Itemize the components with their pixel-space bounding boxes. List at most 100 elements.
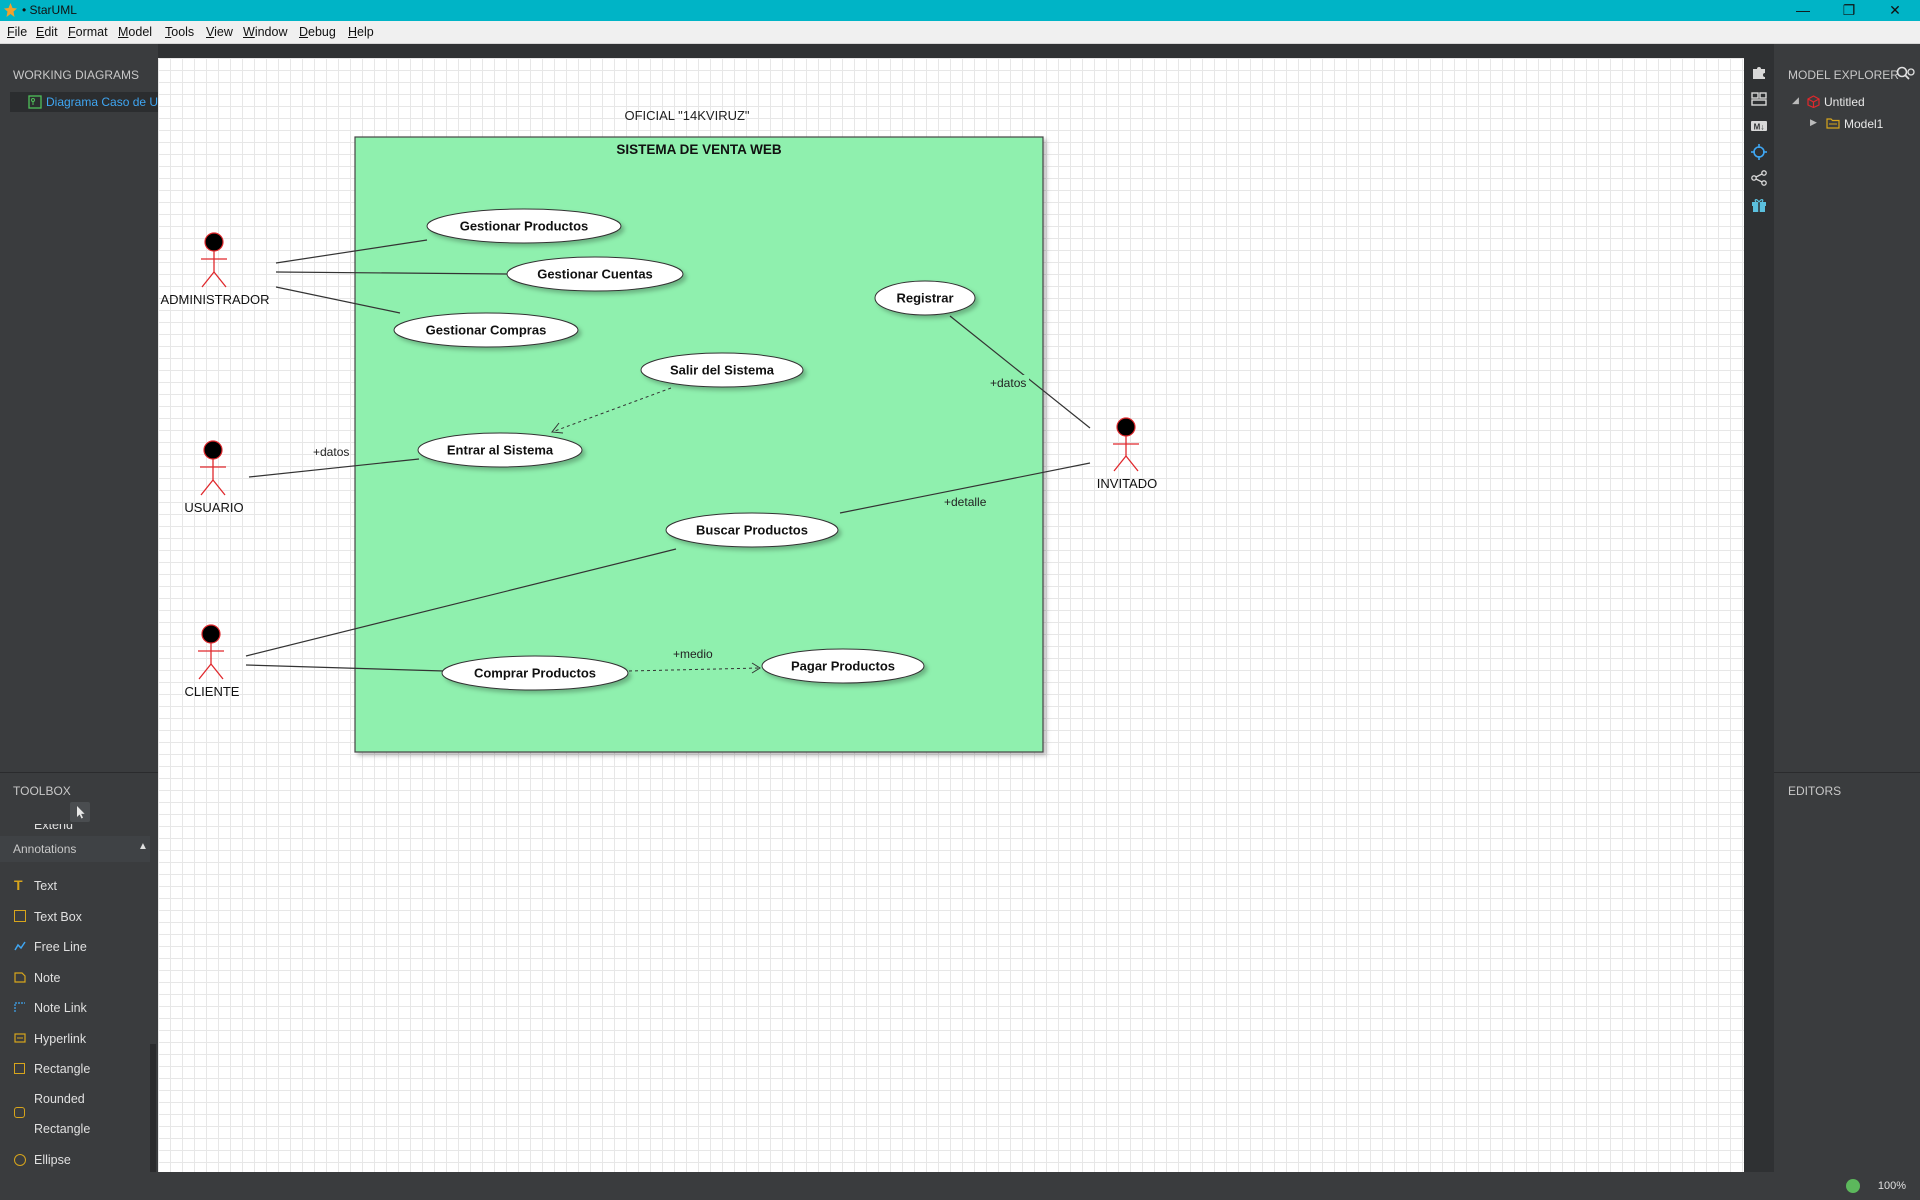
tool-rounded-label-line2: Rectangle xyxy=(34,1122,91,1136)
annotations-section-header[interactable]: Annotations ▲ xyxy=(0,836,150,862)
markdown-icon[interactable]: M↓ xyxy=(1751,118,1767,134)
diagram-canvas[interactable]: OFICIAL "14KVIRUZ" SISTEMA DE VENTA WEB … xyxy=(158,58,1744,1172)
extensions-puzzle-icon[interactable] xyxy=(1751,64,1767,80)
gift-icon[interactable] xyxy=(1751,197,1767,213)
minimize-button[interactable]: — xyxy=(1780,0,1826,21)
navigator-crosshair-icon[interactable] xyxy=(1751,144,1767,160)
tool-text-box[interactable]: Text Box xyxy=(0,905,150,931)
hyperlink-icon xyxy=(14,1033,26,1043)
working-diagram-item[interactable]: Diagrama Caso de Uso xyxy=(10,92,158,112)
left-sidebar: WORKING DIAGRAMS Diagrama Caso de Uso TO… xyxy=(0,44,158,1199)
actor-administrador[interactable]: ADMINISTRADOR xyxy=(160,232,270,307)
tool-hyperlink[interactable]: Hyperlink xyxy=(0,1027,150,1053)
use-case-entrar-al-sistema[interactable]: Entrar al Sistema xyxy=(417,432,583,468)
actor-label: ADMINISTRADOR xyxy=(160,292,269,307)
tool-free-line-label: Free Line xyxy=(34,940,87,954)
window-title: • StarUML xyxy=(22,3,77,17)
working-diagram-label: Diagrama Caso de Uso xyxy=(46,95,158,109)
tool-ellipse[interactable]: Ellipse xyxy=(0,1148,150,1174)
tool-rectangle[interactable]: Rectangle xyxy=(0,1057,150,1083)
actor-invitado[interactable]: INVITADO xyxy=(1097,417,1157,491)
menu-format[interactable]: Format xyxy=(68,25,108,39)
tree-label-untitled: Untitled xyxy=(1824,95,1865,109)
actor-label: INVITADO xyxy=(1097,476,1157,491)
menu-debug[interactable]: Debug xyxy=(299,25,336,39)
menu-edit[interactable]: Edit xyxy=(36,25,58,39)
tool-note-label: Note xyxy=(34,971,61,985)
pointer-tool-button[interactable] xyxy=(70,802,90,822)
label-datos-invitado: +datos xyxy=(990,376,1026,390)
use-case-comprar-productos[interactable]: Comprar Productos xyxy=(441,655,629,691)
menu-window[interactable]: Window xyxy=(243,25,287,39)
tool-rounded-rectangle[interactable]: Rounded Rectangle xyxy=(0,1087,150,1143)
menu-bar: File Edit Format Model Tools View Window… xyxy=(0,21,1920,44)
extend-label: Extend xyxy=(34,824,73,832)
right-toolbar: M↓ xyxy=(1744,44,1774,1172)
diagram-top-label: OFICIAL "14KVIRUZ" xyxy=(624,108,749,123)
expand-caret-icon: ◢ xyxy=(1792,95,1799,105)
status-bar: 100% xyxy=(0,1172,1920,1200)
tool-hyperlink-label: Hyperlink xyxy=(34,1032,87,1046)
use-case-label: Entrar al Sistema xyxy=(447,443,554,458)
use-case-gestionar-compras[interactable]: Gestionar Compras xyxy=(393,312,579,348)
model-explorer-title: MODEL EXPLORER xyxy=(1788,68,1899,82)
model-explorer-panel: MODEL EXPLORER ◢ Untitled ▶ Model1 EDITO… xyxy=(1774,44,1920,1172)
use-case-label: Buscar Productos xyxy=(696,523,808,538)
menu-file[interactable]: File xyxy=(7,25,27,39)
rounded-rectangle-icon xyxy=(14,1107,25,1118)
use-case-label: Registrar xyxy=(896,291,953,306)
validation-ok-icon[interactable] xyxy=(1846,1179,1860,1193)
working-diagrams-title: WORKING DIAGRAMS xyxy=(13,68,140,82)
use-case-salir-del-sistema[interactable]: Salir del Sistema xyxy=(640,352,804,388)
tool-free-line[interactable]: Free Line xyxy=(0,935,150,961)
text-icon: T xyxy=(14,877,23,893)
project-cube-icon xyxy=(1807,95,1820,108)
ellipse-icon xyxy=(14,1154,26,1166)
use-case-gestionar-productos[interactable]: Gestionar Productos xyxy=(426,208,622,244)
system-name: SISTEMA DE VENTA WEB xyxy=(616,142,782,157)
tool-note[interactable]: Note xyxy=(0,966,150,992)
use-case-label: Salir del Sistema xyxy=(670,363,775,378)
free-line-icon xyxy=(14,941,26,951)
menu-help[interactable]: Help xyxy=(348,25,374,39)
text-box-icon xyxy=(14,910,26,922)
use-case-label: Gestionar Productos xyxy=(460,219,589,234)
menu-tools[interactable]: Tools xyxy=(165,25,194,39)
editors-title: EDITORS xyxy=(1788,784,1842,798)
tool-note-link[interactable]: Note Link xyxy=(0,996,150,1022)
search-icon[interactable] xyxy=(1896,65,1916,81)
use-case-diagram-icon xyxy=(28,95,42,109)
use-case-gestionar-cuentas[interactable]: Gestionar Cuentas xyxy=(506,256,684,292)
maximize-button[interactable]: ❐ xyxy=(1826,0,1872,21)
use-case-buscar-productos[interactable]: Buscar Productos xyxy=(665,512,839,548)
tool-rounded-label: Rounded xyxy=(34,1092,85,1106)
menu-model[interactable]: Model xyxy=(118,25,152,39)
use-case-registrar[interactable]: Registrar xyxy=(874,280,976,316)
toolbox-extend-item[interactable]: Extend xyxy=(0,824,150,836)
use-case-label: Comprar Productos xyxy=(474,666,596,681)
use-case-pagar-productos[interactable]: Pagar Productos xyxy=(761,648,925,684)
tool-text-label: Text xyxy=(34,879,57,893)
tree-item-untitled[interactable]: ◢ Untitled xyxy=(1774,92,1920,112)
menu-view[interactable]: View xyxy=(206,25,233,39)
zoom-level[interactable]: 100% xyxy=(1878,1180,1906,1192)
title-bar: • StarUML — ❐ ✕ xyxy=(0,0,1920,21)
annotations-label: Annotations xyxy=(13,842,77,856)
layout-panels-icon[interactable] xyxy=(1751,91,1767,107)
tree-item-model1[interactable]: ▶ Model1 xyxy=(1774,114,1920,134)
tree-label-model1: Model1 xyxy=(1844,117,1884,131)
collapse-icon: ▲ xyxy=(138,841,148,852)
actor-label: CLIENTE xyxy=(185,684,240,699)
actor-label: USUARIO xyxy=(184,500,243,515)
note-icon xyxy=(14,972,26,983)
use-case-diagram: OFICIAL "14KVIRUZ" SISTEMA DE VENTA WEB … xyxy=(160,108,1157,753)
actor-cliente[interactable]: CLIENTE xyxy=(185,624,240,699)
share-icon[interactable] xyxy=(1751,170,1767,186)
label-detalle: +detalle xyxy=(944,495,987,509)
close-button[interactable]: ✕ xyxy=(1872,0,1918,21)
actor-usuario[interactable]: USUARIO xyxy=(184,440,244,515)
rectangle-icon xyxy=(14,1063,25,1074)
use-case-label: Gestionar Compras xyxy=(426,323,547,338)
note-link-icon xyxy=(14,1002,25,1012)
tool-text[interactable]: T Text xyxy=(0,874,150,900)
